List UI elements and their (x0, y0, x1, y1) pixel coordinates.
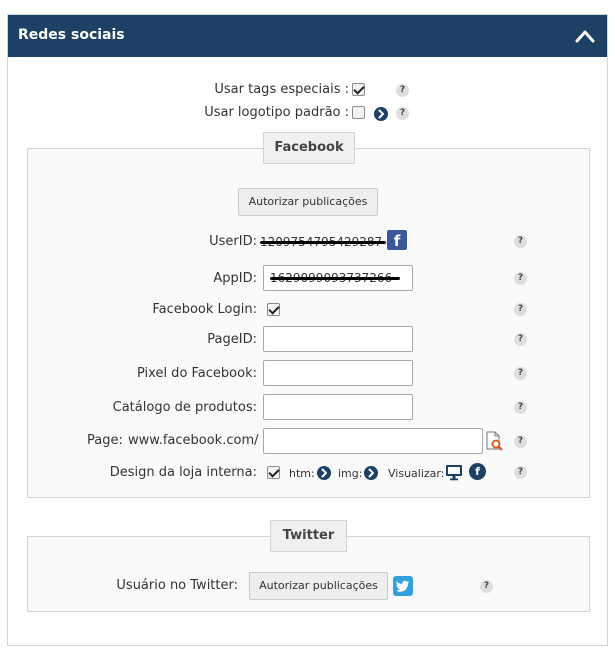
default-logo-label: Usar logotipo padrão : (204, 105, 349, 120)
img-label: img: (338, 467, 363, 480)
appid-label: AppID: (213, 271, 257, 286)
panel-header[interactable]: Redes sociais (8, 15, 607, 57)
userid-label: UserID: (209, 234, 257, 249)
page-url-prefix: www.facebook.com/ (128, 433, 259, 448)
facebook-login-checkbox[interactable] (267, 303, 280, 316)
htm-label: htm: (289, 467, 315, 480)
twitter-authorize-button[interactable]: Autorizar publicações (249, 572, 388, 600)
arrow-right-circle-icon[interactable] (374, 107, 388, 121)
help-icon[interactable]: ? (514, 303, 527, 316)
twitter-legend: Twitter (270, 520, 347, 552)
catalog-input[interactable] (263, 394, 413, 420)
facebook-authorize-button[interactable]: Autorizar publicações (238, 188, 378, 216)
facebook-icon[interactable]: f (387, 230, 407, 250)
arrow-right-circle-icon[interactable] (364, 466, 378, 480)
design-checkbox[interactable] (267, 466, 280, 479)
special-tags-checkbox[interactable] (352, 83, 365, 96)
page-input[interactable] (263, 428, 483, 454)
pageid-input[interactable] (263, 326, 413, 352)
panel-title: Redes sociais (18, 27, 125, 43)
view-label: Visualizar: (388, 467, 445, 480)
social-networks-panel: Redes sociais Usar tags especiais : ? Us… (7, 14, 608, 646)
help-icon[interactable]: ? (514, 333, 527, 346)
help-icon[interactable]: ? (514, 272, 527, 285)
design-label: Design da loja interna: (109, 465, 257, 480)
twitter-user-label: Usuário no Twitter: (116, 578, 238, 593)
userid-value: 1209754795429287 (260, 235, 386, 249)
page-search-icon[interactable] (485, 431, 503, 451)
help-icon[interactable]: ? (514, 367, 527, 380)
catalog-label: Catálogo de produtos: (112, 400, 257, 415)
pageid-label: PageID: (207, 332, 257, 347)
help-icon[interactable]: ? (514, 435, 527, 448)
facebook-legend: Facebook (263, 132, 355, 164)
default-logo-checkbox[interactable] (352, 106, 365, 119)
pixel-input[interactable] (263, 360, 413, 386)
monitor-icon[interactable] (445, 464, 463, 481)
help-icon[interactable]: ? (514, 235, 527, 248)
twitter-icon[interactable] (393, 576, 413, 596)
facebook-login-label: Facebook Login: (152, 302, 257, 317)
help-icon[interactable]: ? (514, 401, 527, 414)
pixel-label: Pixel do Facebook: (136, 366, 257, 381)
help-icon[interactable]: ? (480, 580, 493, 593)
help-icon[interactable]: ? (396, 107, 409, 120)
help-icon[interactable]: ? (514, 466, 527, 479)
appid-input[interactable]: 1629099093737266 (263, 265, 413, 291)
arrow-right-circle-icon[interactable] (317, 466, 331, 480)
page-label: Page: (87, 433, 123, 448)
facebook-icon[interactable]: f (469, 463, 486, 480)
help-icon[interactable]: ? (396, 84, 409, 97)
special-tags-label: Usar tags especiais : (214, 82, 349, 97)
chevron-up-icon[interactable] (574, 27, 596, 45)
